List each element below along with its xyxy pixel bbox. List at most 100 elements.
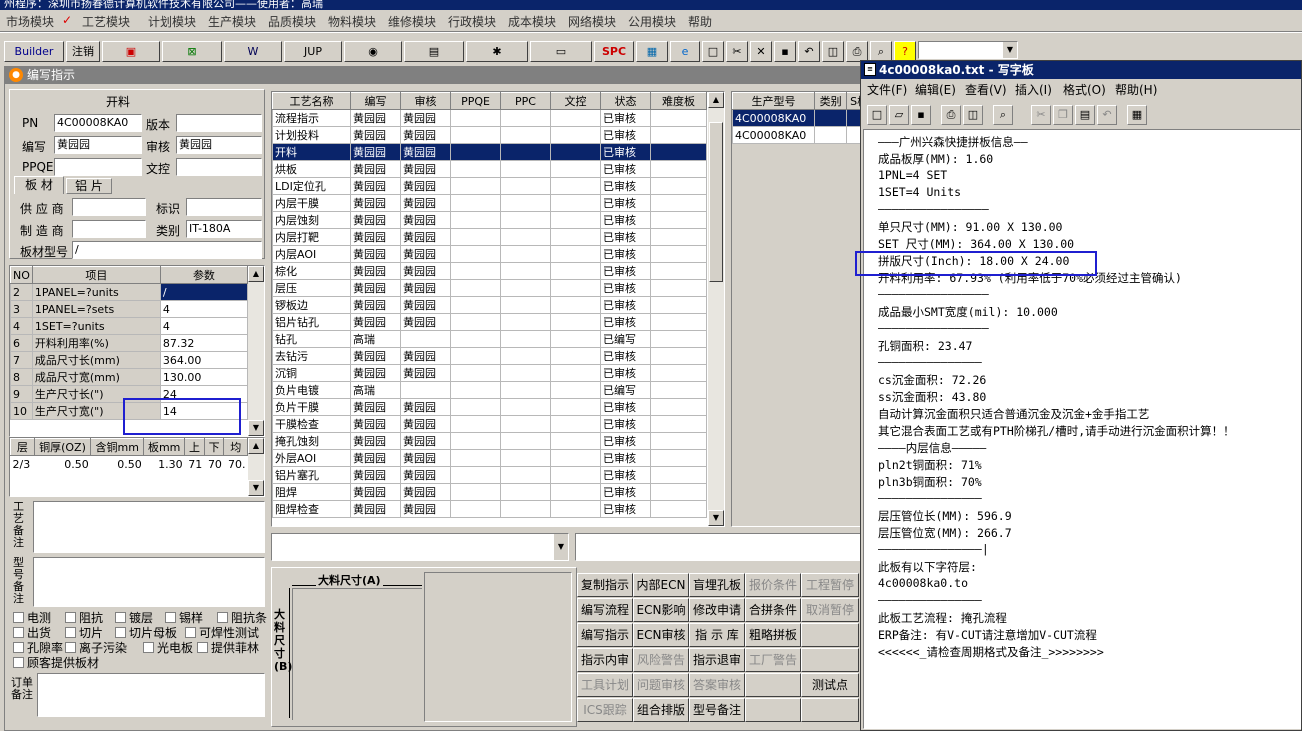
model-header[interactable]: S板 (846, 92, 860, 110)
params-row[interactable]: 7 成品尺寸长(mm) 364.00 (10, 351, 249, 369)
process-row[interactable]: 开料 黄园园 黄园园 已审核 (272, 143, 707, 161)
process-row[interactable]: 干膜检查 黄园园 黄园园 已审核 (272, 415, 707, 433)
params-row[interactable]: 6 开料利用率(%) 87.32 (10, 334, 249, 352)
secondary-dropdown[interactable] (575, 533, 863, 561)
menu-cost[interactable]: 网络模块 (568, 13, 616, 30)
process-row[interactable]: 负片干膜 黄园园 黄园园 已审核 (272, 398, 707, 416)
find-icon[interactable]: ⌕ (993, 105, 1013, 125)
control-field[interactable] (176, 158, 262, 176)
layers-scrollbar[interactable]: ▲ ▼ (248, 438, 264, 496)
save-icon[interactable]: ▪ (774, 41, 796, 62)
process-row[interactable]: 计划投料 黄园园 黄园园 已审核 (272, 126, 707, 144)
option-checkbox[interactable]: 提供菲林 (197, 639, 259, 656)
process-row[interactable]: 层压 黄园园 黄园园 已审核 (272, 279, 707, 297)
action-button[interactable]: 答案审核 (689, 673, 745, 697)
process-header[interactable]: PPC (500, 92, 551, 110)
model-header[interactable]: 生产型号 (732, 92, 815, 110)
action-button[interactable]: 指 示 库 (689, 623, 745, 647)
order-note-input[interactable] (37, 673, 265, 717)
new-doc-icon[interactable]: □ (702, 41, 724, 62)
checkbox-box[interactable] (13, 627, 24, 638)
process-row[interactable]: 流程指示 黄园园 黄园园 已审核 (272, 109, 707, 127)
preview-icon[interactable]: ◫ (963, 105, 983, 125)
checkbox-box[interactable] (65, 612, 76, 623)
process-row[interactable]: 钻孔 高瑞 已编写 (272, 330, 707, 348)
process-header[interactable]: 工艺名称 (272, 92, 351, 110)
process-row[interactable]: 内层蚀刻 黄园园 黄园园 已审核 (272, 211, 707, 229)
checkbox-box[interactable] (65, 627, 76, 638)
model-row[interactable]: 4C00008KA0 (732, 126, 860, 144)
action-button[interactable]: 工具计划 (577, 673, 633, 697)
find-icon[interactable]: ⌕ (870, 41, 892, 62)
layers-row[interactable]: 2/3 0.50 0.50 1.30 71 70 70. (11, 456, 248, 473)
model-note-input[interactable] (33, 557, 265, 607)
menu-network[interactable]: 公用模块 (628, 13, 676, 30)
wp-menu-format[interactable]: 格式(O) (1063, 81, 1106, 98)
process-row[interactable]: 铝片钻孔 黄园园 黄园园 已审核 (272, 313, 707, 331)
checkbox-box[interactable] (185, 627, 196, 638)
action-button[interactable]: 编写指示 (577, 623, 633, 647)
ie-icon[interactable]: e (670, 41, 700, 62)
action-button[interactable]: 复制指示 (577, 573, 633, 597)
checkbox-box[interactable] (115, 627, 126, 638)
action-button[interactable]: 工厂警告 (745, 648, 801, 672)
checkbox-box[interactable] (13, 642, 24, 653)
jup-button[interactable]: JUP (284, 41, 342, 62)
process-header[interactable]: PPQE (450, 92, 501, 110)
process-row[interactable]: 棕化 黄园园 黄园园 已审核 (272, 262, 707, 280)
action-button[interactable] (801, 623, 859, 647)
process-row[interactable]: 阻焊 黄园园 黄园园 已审核 (272, 483, 707, 501)
process-row[interactable]: 锣板边 黄园园 黄园园 已审核 (272, 296, 707, 314)
params-row[interactable]: 4 1SET=?units 4 (10, 317, 249, 335)
process-row[interactable]: 沉铜 黄园园 黄园园 已审核 (272, 364, 707, 382)
eye-icon[interactable]: ◉ (344, 41, 402, 62)
scroll-up-icon[interactable]: ▲ (248, 438, 264, 454)
action-button[interactable]: 合拼条件 (745, 598, 801, 622)
process-header[interactable]: 编写 (350, 92, 401, 110)
option-checkbox[interactable]: 光电板 (143, 639, 193, 656)
process-row[interactable]: 烘板 黄园园 黄园园 已审核 (272, 160, 707, 178)
checkbox-box[interactable] (13, 612, 24, 623)
menu-engineering[interactable]: 工艺模块 (82, 13, 130, 30)
params-row[interactable]: 9 生产尺寸长(") 24 (10, 385, 249, 403)
undo-icon[interactable]: ↶ (798, 41, 820, 62)
menu-admin[interactable]: 成本模块 (508, 13, 556, 30)
scroll-down-icon[interactable]: ▼ (708, 510, 724, 526)
excel-icon[interactable]: ⊠ (162, 41, 222, 62)
copy-icon[interactable]: ❐ (1053, 105, 1073, 125)
print-icon[interactable]: ⎙ (941, 105, 961, 125)
type-field[interactable]: IT-180A (186, 220, 262, 238)
supplier-field[interactable] (72, 198, 146, 216)
wp-menu-file[interactable]: 文件(F) (867, 81, 907, 98)
reviewer-field[interactable]: 黄园园 (176, 136, 262, 154)
builder-button[interactable]: Builder (4, 41, 64, 62)
scroll-down-icon[interactable]: ▼ (248, 420, 264, 436)
pn-field[interactable]: 4C00008KA0 (54, 114, 142, 132)
help-icon[interactable]: ? (894, 41, 916, 62)
process-header[interactable]: 状态 (600, 92, 651, 110)
author-field[interactable]: 黄园园 (54, 136, 142, 154)
process-row[interactable]: 外层AOI 黄园园 黄园园 已审核 (272, 449, 707, 467)
action-button[interactable]: 问题审核 (633, 673, 689, 697)
scroll-up-icon[interactable]: ▲ (708, 92, 724, 108)
model-row[interactable]: 4C00008KA0 (732, 109, 860, 127)
spc-button[interactable]: SPC (594, 41, 634, 62)
action-button[interactable]: 报价条件 (745, 573, 801, 597)
model-header[interactable]: 类别 (813, 92, 848, 110)
action-button[interactable]: 工程暂停 (801, 573, 859, 597)
menu-process[interactable]: 计划模块 (148, 13, 196, 30)
checkbox-box[interactable] (65, 642, 76, 653)
ppt-icon[interactable]: ▣ (102, 41, 160, 62)
menu-quality[interactable]: 物料模块 (328, 13, 376, 30)
datetime-icon[interactable]: ▦ (1127, 105, 1147, 125)
action-button[interactable]: 组合排版 (633, 698, 689, 722)
process-row[interactable]: 掩孔蚀刻 黄园园 黄园园 已审核 (272, 432, 707, 450)
params-scrollbar[interactable]: ▲ ▼ (248, 266, 264, 436)
menu-material[interactable]: 维修模块 (388, 13, 436, 30)
process-row[interactable]: 阻焊检查 黄园园 黄园园 已审核 (272, 500, 707, 518)
menu-maintenance[interactable]: 行政模块 (448, 13, 496, 30)
action-button[interactable]: 风险警告 (633, 648, 689, 672)
delete-icon[interactable]: ✕ (750, 41, 772, 62)
paste-icon[interactable]: ▤ (1075, 105, 1095, 125)
save-icon[interactable]: ▪ (911, 105, 931, 125)
